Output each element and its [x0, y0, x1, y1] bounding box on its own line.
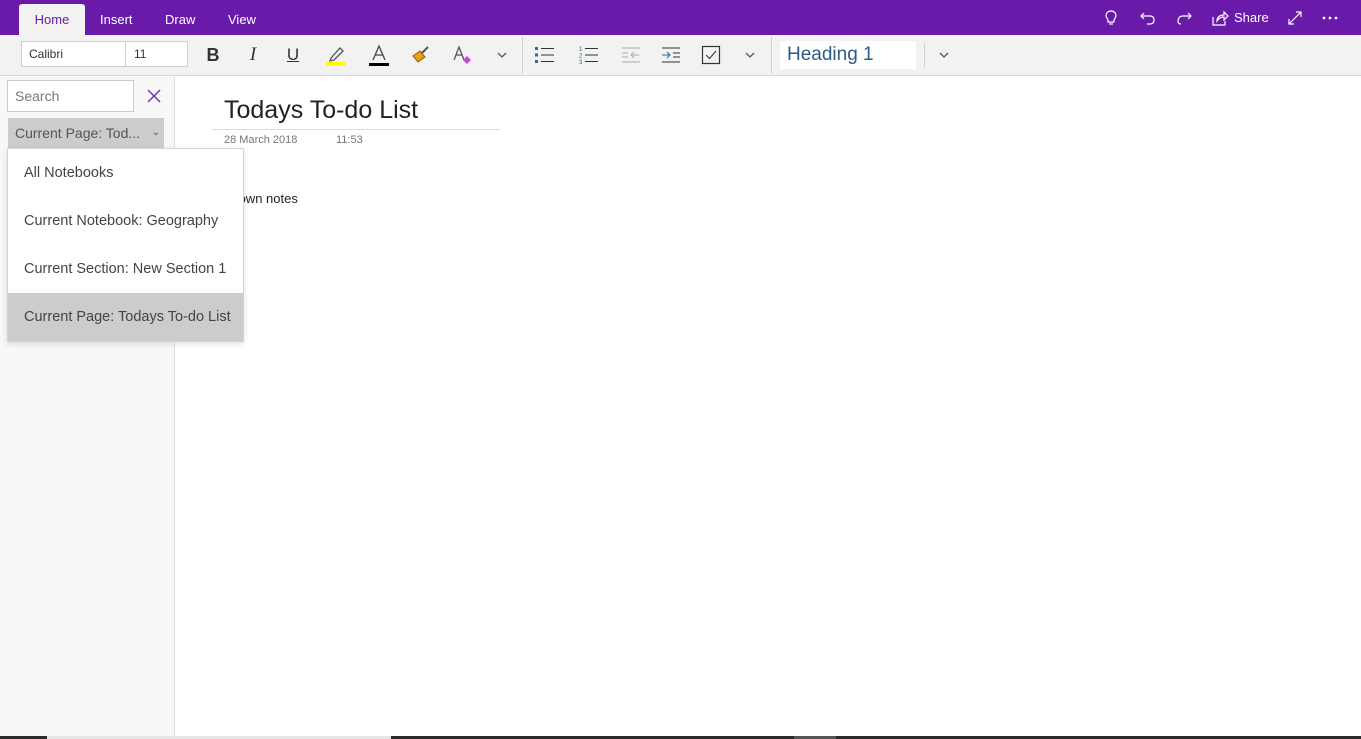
- more-paragraph-dropdown[interactable]: [738, 43, 762, 67]
- ribbon-toolbar: Calibri 11 B I U 1 2 3 Heading 1: [0, 35, 1361, 76]
- tab-insert[interactable]: Insert: [86, 4, 147, 35]
- chevron-down-icon: ⌄: [151, 127, 160, 138]
- font-picker: Calibri 11: [21, 41, 188, 67]
- page-time: 11:53: [336, 134, 363, 146]
- bullets-button[interactable]: [533, 43, 557, 67]
- tab-view[interactable]: View: [214, 4, 270, 35]
- share-button[interactable]: Share: [1211, 0, 1269, 35]
- highlighter-icon: [326, 47, 346, 66]
- onenote-app: Home Insert Draw View Share Calibri 11 B…: [0, 0, 1361, 739]
- numbering-button[interactable]: 1 2 3: [577, 43, 601, 67]
- clear-formatting-icon: [453, 45, 471, 64]
- search-scope-select[interactable]: Current Page: Tod... ⌄: [8, 118, 164, 148]
- font-color-button[interactable]: [367, 43, 391, 67]
- underline-icon: U: [286, 45, 300, 64]
- share-label: Share: [1234, 10, 1269, 25]
- numbered-list-icon: 1 2 3: [579, 47, 598, 65]
- font-size-input[interactable]: 11: [126, 42, 187, 66]
- format-painter-icon: [412, 46, 429, 63]
- page-date: 28 March 2018: [224, 134, 298, 146]
- font-name-input[interactable]: Calibri: [22, 42, 126, 66]
- bold-icon: B: [206, 44, 220, 65]
- ribbon-divider: [522, 37, 523, 74]
- expand-icon[interactable]: [1286, 9, 1304, 27]
- chevron-down-icon: [745, 52, 755, 58]
- decrease-indent-icon: [622, 47, 640, 63]
- page-canvas[interactable]: Todays To-do List 28 March 2018 11:53 ke…: [176, 76, 1361, 736]
- svg-text:2: 2: [579, 54, 583, 60]
- more-icon[interactable]: [1321, 9, 1339, 27]
- italic-icon: I: [249, 44, 257, 65]
- title-underline: [212, 129, 500, 130]
- decrease-indent-button[interactable]: [619, 43, 643, 67]
- todo-tag-button[interactable]: [699, 43, 723, 67]
- title-tab-bar: Home Insert Draw View Share: [0, 0, 1361, 35]
- search-input[interactable]: Search: [7, 80, 134, 112]
- ribbon-divider: [771, 37, 772, 74]
- scope-option-current-notebook[interactable]: Current Notebook: Geography: [8, 197, 243, 245]
- more-formatting-dropdown[interactable]: [490, 43, 514, 67]
- scope-option-current-page[interactable]: Current Page: Todays To-do List: [8, 293, 243, 341]
- italic-button[interactable]: I: [241, 43, 265, 67]
- svg-text:1: 1: [579, 47, 583, 53]
- search-scope-value: Current Page: Tod...: [15, 125, 141, 141]
- scope-option-current-section[interactable]: Current Section: New Section 1: [8, 245, 243, 293]
- clear-formatting-button[interactable]: [450, 43, 474, 67]
- highlight-button[interactable]: [324, 43, 348, 67]
- bold-button[interactable]: B: [201, 43, 225, 67]
- close-search-icon[interactable]: [144, 86, 164, 106]
- lightbulb-icon[interactable]: [1102, 9, 1120, 27]
- font-color-icon: [369, 44, 389, 66]
- format-painter-button[interactable]: [409, 43, 433, 67]
- share-icon: [1212, 10, 1229, 26]
- chevron-down-icon: [939, 52, 949, 58]
- tab-home[interactable]: Home: [19, 4, 85, 35]
- scope-option-all-notebooks[interactable]: All Notebooks: [8, 149, 243, 197]
- increase-indent-icon: [662, 47, 680, 63]
- tab-draw[interactable]: Draw: [151, 4, 209, 35]
- increase-indent-button[interactable]: [659, 43, 683, 67]
- bullet-list-icon: [535, 47, 554, 63]
- ribbon-divider: [924, 43, 925, 67]
- underline-button[interactable]: U: [281, 43, 305, 67]
- undo-icon[interactable]: [1139, 9, 1157, 27]
- checkbox-icon: [701, 45, 721, 65]
- search-scope-dropdown: All Notebooks Current Notebook: Geograph…: [7, 148, 244, 342]
- styles-picker[interactable]: Heading 1: [780, 41, 916, 69]
- page-title[interactable]: Todays To-do List: [224, 96, 418, 125]
- redo-icon[interactable]: [1175, 9, 1193, 27]
- chevron-down-icon: [497, 52, 507, 58]
- svg-text:3: 3: [579, 60, 583, 65]
- styles-dropdown[interactable]: [932, 43, 956, 67]
